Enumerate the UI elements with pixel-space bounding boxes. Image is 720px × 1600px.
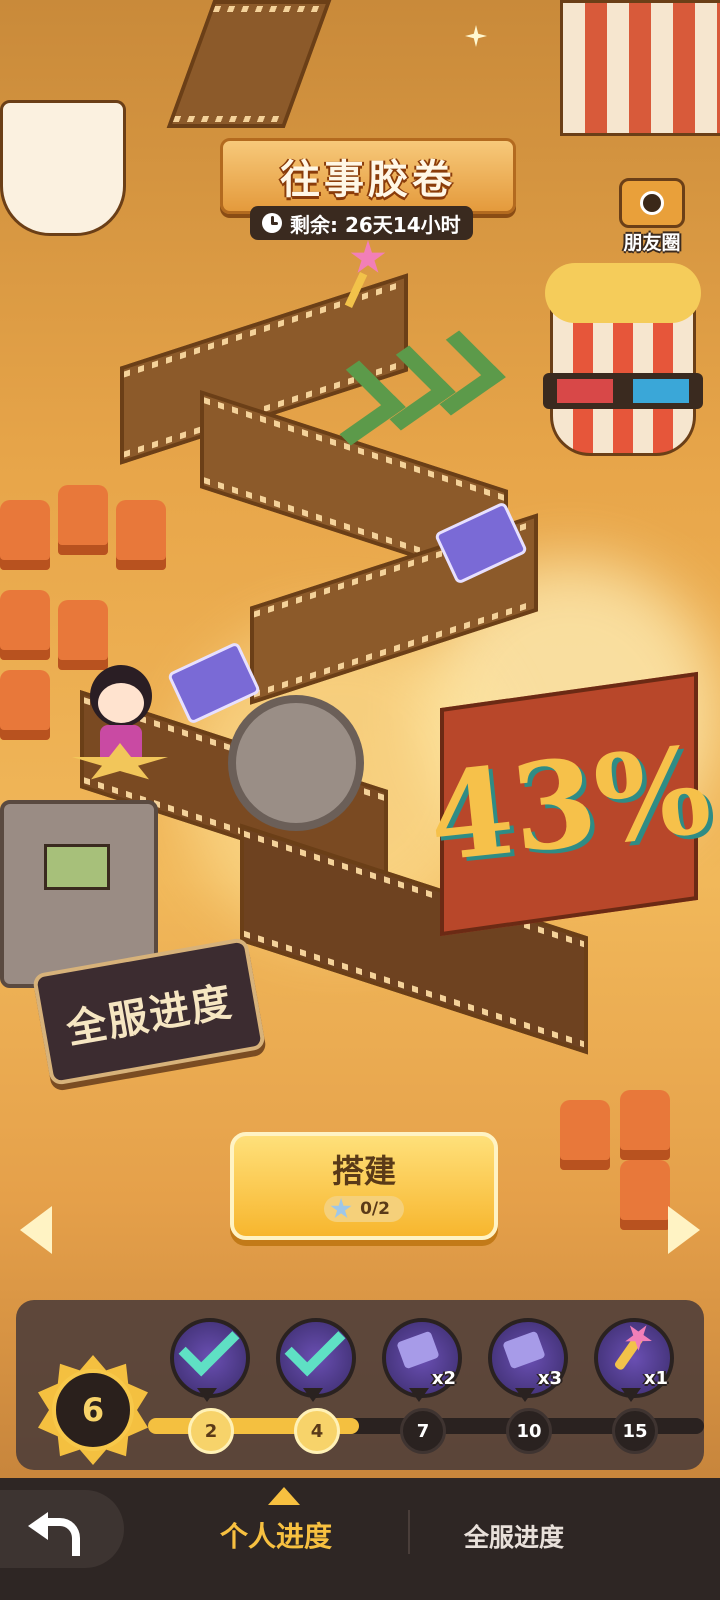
milestone-node: 15 (612, 1408, 658, 1454)
friends-button[interactable]: 朋友圈 (612, 178, 692, 254)
milestone-reward[interactable] (274, 1315, 356, 1408)
event-title-banner: 往事胶卷 (220, 138, 516, 214)
next-arrow-button[interactable] (660, 1200, 706, 1260)
level-number: 6 (52, 1369, 134, 1451)
reward-multiplier: x3 (537, 1368, 562, 1389)
milestone-node: 4 (294, 1408, 340, 1454)
time-remaining-text: 剩余: 26天14小时 (290, 212, 461, 237)
film-strip-path (166, 0, 332, 128)
event-scene: 43% 全服进度 往事胶卷 剩余: 26天14小时 朋友圈 (0, 0, 720, 1290)
camera-icon (619, 178, 685, 228)
popcorn-mascot (543, 263, 703, 456)
milestone-node: 10 (506, 1408, 552, 1454)
milestone-node: 2 (188, 1408, 234, 1454)
build-label: 搭建 (331, 1152, 396, 1190)
direction-chevrons-icon (304, 330, 506, 446)
build-count-text: 0/2 (360, 1199, 390, 1219)
milestone-reward[interactable] (168, 1315, 250, 1408)
theater-seat (116, 500, 166, 570)
build-cost: 0/2 (324, 1196, 404, 1222)
build-button[interactable]: 搭建 0/2 (230, 1132, 498, 1240)
popcorn-bucket (560, 0, 720, 136)
reward-multiplier: x2 (431, 1368, 456, 1389)
tab-server-progress[interactable]: 全服进度 (464, 1518, 564, 1554)
previous-arrow-button[interactable] (14, 1200, 60, 1260)
milestone-reward[interactable]: x3 (486, 1318, 568, 1408)
theater-seat (58, 485, 108, 555)
film-reel-icon (228, 695, 364, 831)
tab-personal-progress[interactable]: 个人进度 (220, 1515, 332, 1555)
player-avatar (72, 665, 168, 785)
level-badge: 6 (38, 1355, 148, 1465)
theater-seat (58, 600, 108, 670)
milestone-reward[interactable]: x1 (592, 1318, 674, 1408)
back-arrow-icon (30, 1508, 80, 1556)
reward-multiplier: x1 (643, 1368, 668, 1389)
time-remaining: 剩余: 26天14小时 (250, 206, 473, 240)
tab-divider (408, 1510, 410, 1554)
back-button[interactable] (0, 1490, 124, 1568)
server-progress-label: 全服进度 (62, 978, 237, 1053)
milestone-node: 7 (400, 1408, 446, 1454)
milestone-reward[interactable]: x2 (380, 1318, 462, 1408)
active-tab-caret-icon (268, 1487, 300, 1505)
coffee-cup-mascot (0, 100, 126, 236)
star-token-icon (330, 1198, 352, 1219)
clock-icon (262, 213, 282, 233)
page-title: 往事胶卷 (280, 157, 456, 203)
server-progress-sign: 43% (422, 671, 716, 937)
theater-seat (0, 590, 50, 660)
sparkle-icon (465, 25, 487, 47)
server-progress-percent: 43% (421, 719, 717, 889)
theater-seat (620, 1090, 670, 1160)
theater-seat (0, 670, 50, 740)
theater-seat (0, 500, 50, 570)
key-reward-icon[interactable] (340, 240, 386, 310)
theater-seat (560, 1100, 610, 1170)
friends-label: 朋友圈 (623, 232, 681, 254)
